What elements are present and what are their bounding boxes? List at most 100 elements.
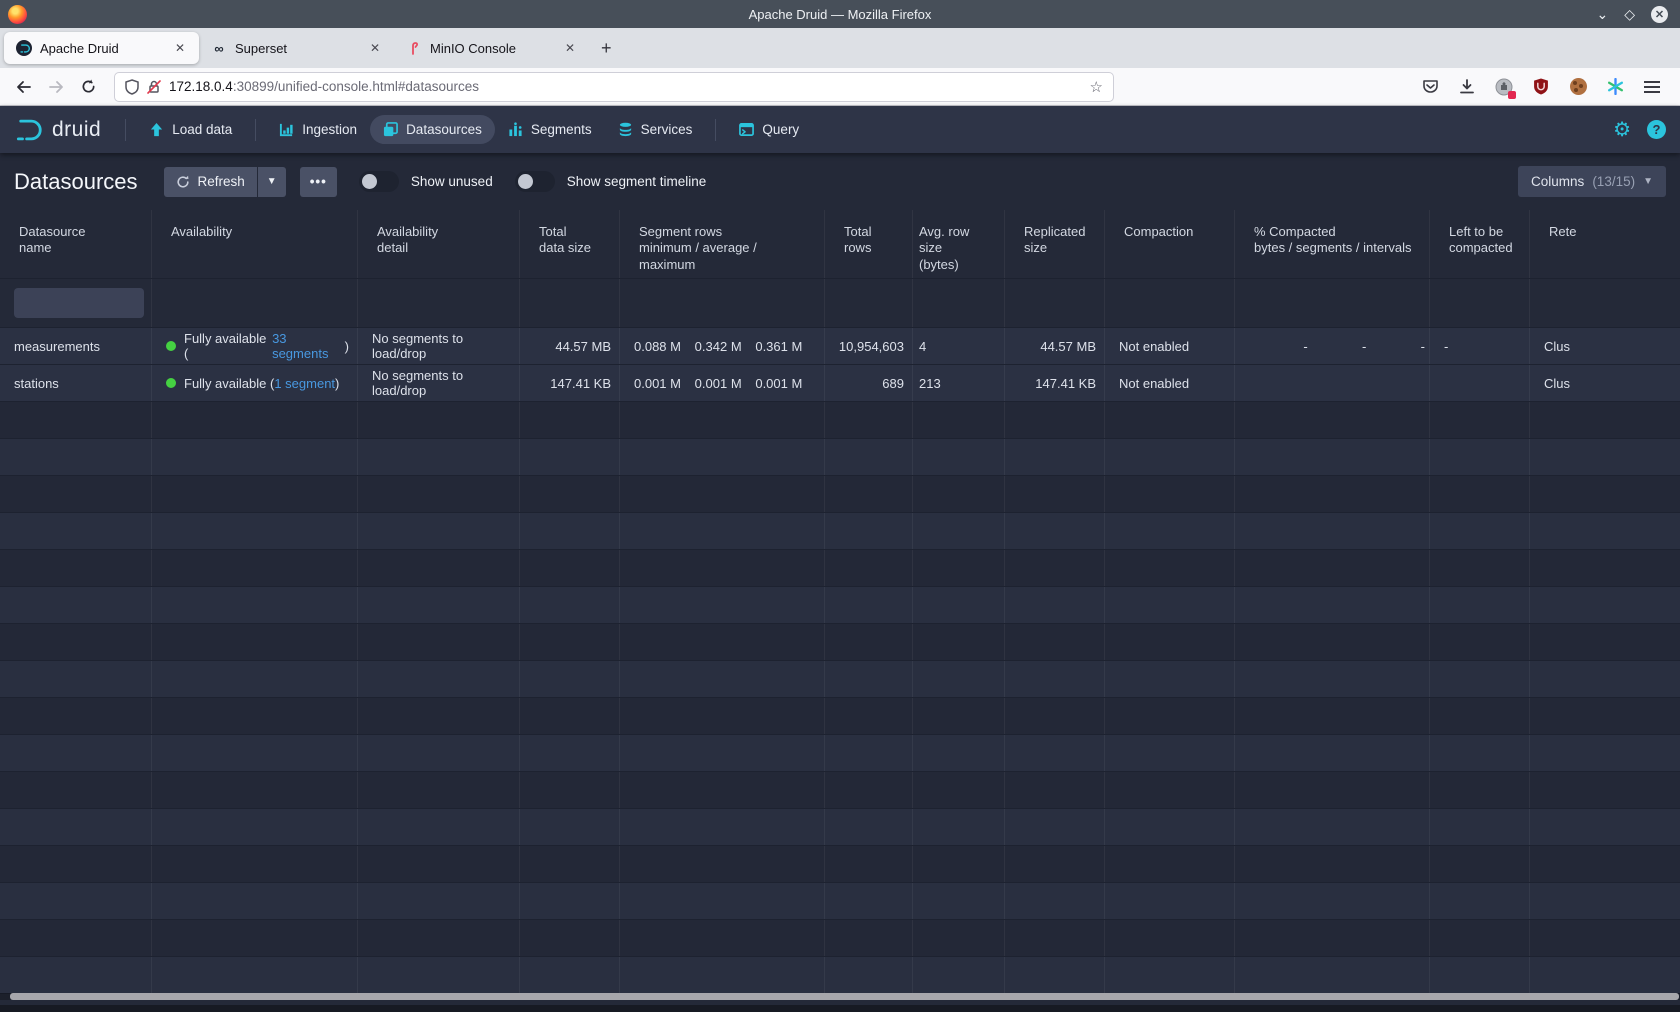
col-header-datasource-name[interactable]: Datasource name: [0, 210, 152, 278]
tab-close-icon[interactable]: ✕: [561, 39, 579, 57]
empty-table-row: [0, 624, 1680, 661]
minio-favicon-icon: [406, 40, 422, 56]
chevron-down-icon: ▼: [1643, 176, 1653, 187]
available-status-icon: [166, 341, 176, 351]
menu-icon[interactable]: [1642, 77, 1662, 97]
replicated-size-cell: 147.41 KB: [1005, 365, 1105, 401]
new-tab-button[interactable]: +: [589, 38, 624, 59]
refresh-dropdown-button[interactable]: ▼: [258, 167, 286, 197]
tab-superset[interactable]: ∞ Superset ✕: [199, 32, 394, 64]
col-header-retention[interactable]: Rete: [1530, 210, 1680, 278]
col-header-replicated-size[interactable]: Replicated size: [1005, 210, 1105, 278]
segments-link[interactable]: 33 segments: [272, 331, 345, 361]
more-actions-button[interactable]: •••: [300, 167, 337, 197]
empty-table-row: [0, 846, 1680, 883]
empty-table-row: [0, 920, 1680, 957]
back-icon[interactable]: [10, 73, 38, 101]
ingestion-icon: [279, 122, 294, 137]
superset-favicon-icon: ∞: [211, 40, 227, 56]
empty-table-row: [0, 550, 1680, 587]
bookmark-star-icon[interactable]: ☆: [1090, 78, 1103, 96]
show-unused-toggle[interactable]: [359, 171, 399, 192]
nav-divider: [125, 119, 126, 141]
show-unused-label: Show unused: [411, 174, 493, 189]
datasources-table: Datasource name Availability Availabilit…: [0, 210, 1680, 994]
maximize-button[interactable]: ◇: [1624, 7, 1635, 21]
left-to-compact-cell: -: [1430, 328, 1530, 364]
empty-table-row: [0, 735, 1680, 772]
col-header-compaction[interactable]: Compaction: [1105, 210, 1235, 278]
firefox-logo-icon: [8, 5, 27, 24]
col-header-segment-rows[interactable]: Segment rows minimum / average / maximum: [620, 210, 825, 278]
available-status-icon: [166, 378, 176, 388]
asterisk-extension-icon[interactable]: [1605, 77, 1625, 97]
tracking-shield-icon[interactable]: [125, 79, 139, 95]
col-header-availability-detail[interactable]: Availability detail: [358, 210, 520, 278]
ublock-icon[interactable]: [1531, 77, 1551, 97]
segment-rows-cell: 0.088 M 0.342 M 0.361 M: [620, 328, 825, 364]
minimize-button[interactable]: ⌄: [1596, 7, 1608, 21]
tab-label: MinIO Console: [430, 41, 553, 56]
tab-close-icon[interactable]: ✕: [171, 39, 189, 57]
col-header-pct-compacted[interactable]: % Compacted bytes / segments / intervals: [1235, 210, 1430, 278]
col-header-avg-row-size[interactable]: Avg. row size (bytes): [913, 210, 1005, 278]
datasource-name-cell[interactable]: stations: [0, 365, 152, 401]
tab-label: Superset: [235, 41, 358, 56]
empty-table-row: [0, 513, 1680, 550]
retention-cell: Clus: [1530, 328, 1680, 364]
show-segment-timeline-toggle[interactable]: [515, 171, 555, 192]
tab-strip: Apache Druid ✕ ∞ Superset ✕ MinIO Consol…: [0, 28, 1680, 68]
segments-link[interactable]: 1 segment: [274, 376, 335, 391]
col-header-availability[interactable]: Availability: [152, 210, 358, 278]
reload-icon[interactable]: [74, 73, 102, 101]
nav-item-services[interactable]: Services: [605, 115, 706, 144]
tab-close-icon[interactable]: ✕: [366, 39, 384, 57]
datasource-name-cell[interactable]: measurements: [0, 328, 152, 364]
datasources-icon: [383, 122, 398, 137]
window-title: Apache Druid — Mozilla Firefox: [0, 7, 1680, 22]
tab-minio-console[interactable]: MinIO Console ✕: [394, 32, 589, 64]
compaction-cell: Not enabled: [1105, 365, 1235, 401]
druid-brand[interactable]: druid: [14, 117, 101, 143]
query-icon: [739, 122, 754, 137]
refresh-button[interactable]: Refresh: [164, 167, 257, 197]
retention-cell: Clus: [1530, 365, 1680, 401]
extension-icon[interactable]: [1494, 77, 1514, 97]
forward-icon[interactable]: [42, 73, 70, 101]
url-bar[interactable]: 172.18.0.4:30899/unified-console.html#da…: [114, 72, 1114, 102]
close-button[interactable]: ✕: [1651, 6, 1668, 23]
window-bottom-edge: [0, 1005, 1680, 1012]
col-header-total-data-size[interactable]: Total data size: [520, 210, 620, 278]
pct-compacted-cell: - - -: [1235, 328, 1430, 364]
pocket-icon[interactable]: [1420, 77, 1440, 97]
availability-detail-cell: No segments to load/drop: [358, 365, 520, 401]
nav-item-query[interactable]: Query: [726, 115, 812, 144]
help-icon[interactable]: ?: [1647, 120, 1666, 139]
col-header-left-to-be-compacted[interactable]: Left to be compacted: [1430, 210, 1530, 278]
insecure-lock-icon[interactable]: [147, 79, 161, 95]
nav-item-ingestion[interactable]: Ingestion: [266, 115, 370, 144]
druid-favicon-icon: [16, 40, 32, 56]
col-header-total-rows[interactable]: Total rows: [825, 210, 913, 278]
horizontal-scrollbar[interactable]: [0, 993, 1680, 1000]
left-to-compact-cell: [1430, 365, 1530, 401]
availability-detail-cell: No segments to load/drop: [358, 328, 520, 364]
table-row-measurements[interactable]: measurements Fully available (33 segment…: [0, 328, 1680, 365]
columns-button[interactable]: Columns (13/15) ▼: [1518, 166, 1666, 197]
nav-item-load-data[interactable]: Load data: [136, 115, 245, 144]
total-data-size-cell: 147.41 KB: [520, 365, 620, 401]
services-icon: [618, 122, 633, 137]
tab-apache-druid[interactable]: Apache Druid ✕: [4, 32, 199, 64]
datasource-name-filter-input[interactable]: [14, 288, 144, 318]
nav-item-datasources[interactable]: Datasources: [370, 115, 495, 144]
nav-item-segments[interactable]: Segments: [495, 115, 605, 144]
cookie-icon[interactable]: [1568, 77, 1588, 97]
load-data-icon: [149, 122, 164, 137]
scrollbar-thumb[interactable]: [10, 993, 1679, 1000]
empty-table-row: [0, 772, 1680, 809]
pct-compacted-cell: [1235, 365, 1430, 401]
settings-gear-icon[interactable]: ⚙: [1613, 120, 1631, 140]
page-title: Datasources: [14, 169, 138, 195]
table-row-stations[interactable]: stations Fully available (1 segment) No …: [0, 365, 1680, 402]
downloads-icon[interactable]: [1457, 77, 1477, 97]
